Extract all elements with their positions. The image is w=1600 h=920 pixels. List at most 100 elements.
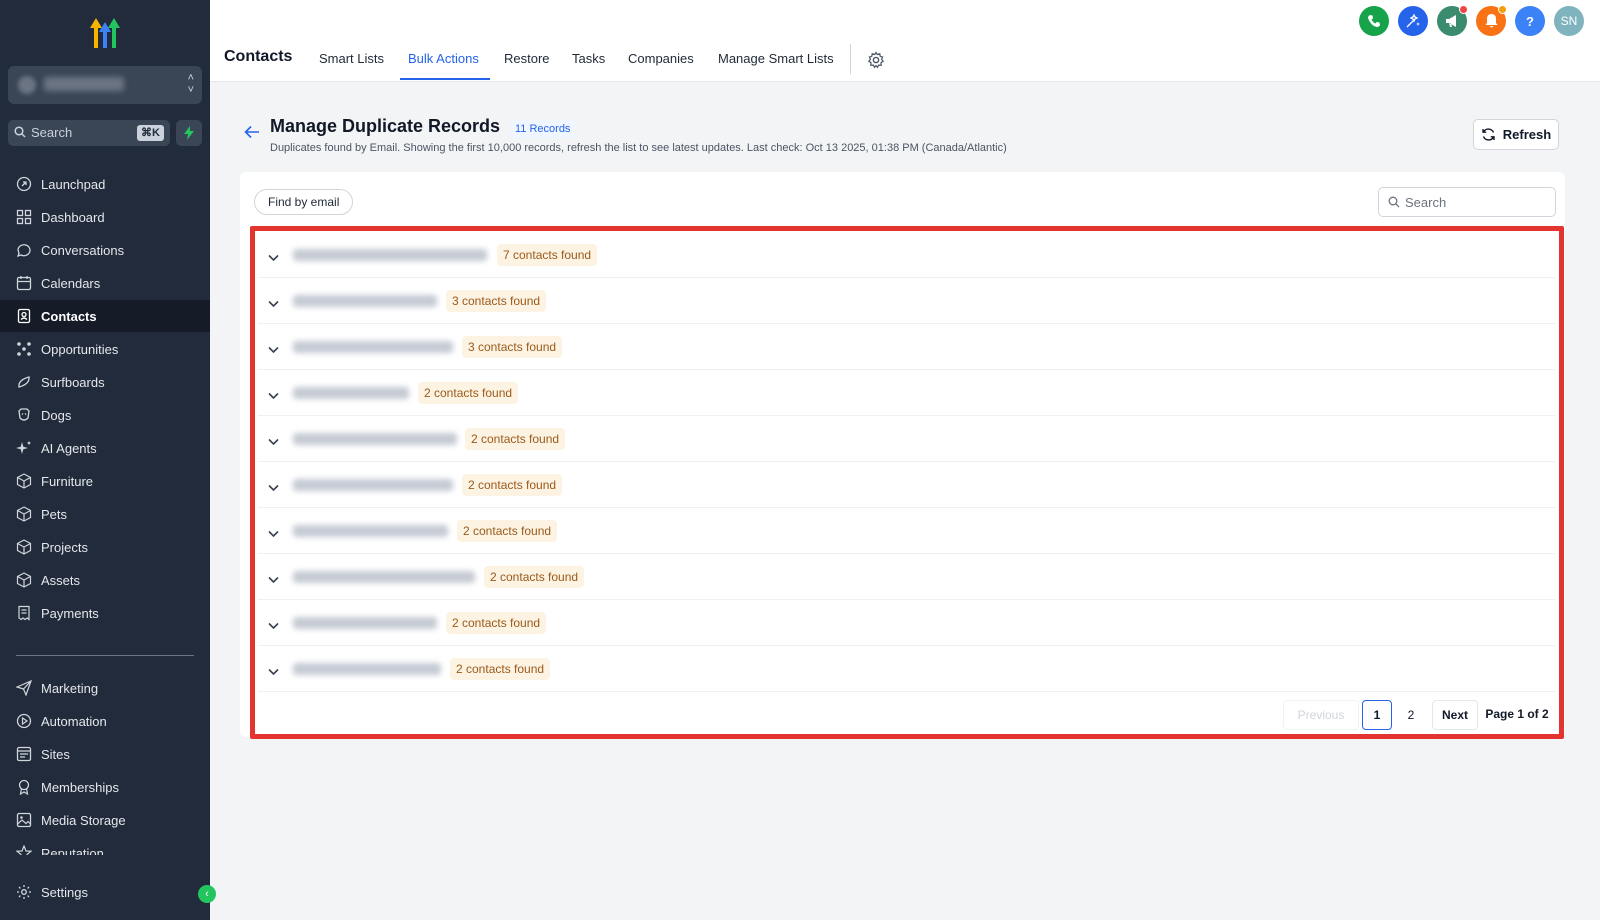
chevron-down-icon[interactable] <box>268 433 279 451</box>
chevron-down-icon[interactable] <box>268 295 279 313</box>
send-icon <box>16 680 32 696</box>
duplicate-group-row[interactable]: 2 contacts found <box>258 462 1555 508</box>
tab-manage-smart-lists[interactable]: Manage Smart Lists <box>718 51 834 66</box>
duplicate-group-row[interactable]: 2 contacts found <box>258 646 1555 692</box>
sparkle-icon <box>16 441 31 454</box>
sidebar: ˄ ˅ Search ⌘K Launchpad Dashboard Convers… <box>0 0 210 920</box>
phone-button[interactable] <box>1359 6 1389 36</box>
tab-bulk-actions[interactable]: Bulk Actions <box>408 51 479 66</box>
sidebar-item-label: Opportunities <box>41 341 119 357</box>
chevron-down-icon[interactable] <box>268 479 279 497</box>
pagination-info: Page 1 of 2 <box>1485 707 1549 721</box>
sidebar-item-calendars[interactable]: Calendars <box>0 267 210 299</box>
pagination-page-2[interactable]: 2 <box>1396 700 1426 730</box>
contacts-found-badge: 2 contacts found <box>418 382 519 404</box>
duplicate-group-row[interactable]: 2 contacts found <box>258 600 1555 646</box>
redacted-email <box>293 341 453 353</box>
app-logo[interactable] <box>84 14 124 50</box>
tab-divider <box>850 44 851 74</box>
settings-gear-icon[interactable] <box>867 51 885 74</box>
duplicate-group-row[interactable]: 2 contacts found <box>258 508 1555 554</box>
announcements-button[interactable] <box>1437 5 1468 36</box>
sidebar-item-opportunities[interactable]: Opportunities <box>0 333 210 365</box>
contacts-found-badge: 2 contacts found <box>457 520 558 542</box>
duplicate-group-row[interactable]: 2 contacts found <box>258 370 1555 416</box>
help-button[interactable]: ? <box>1515 6 1545 36</box>
sidebar-scroll-clip: Reputation <box>0 837 210 855</box>
box-icon <box>16 506 32 522</box>
duplicate-group-row[interactable]: 7 contacts found <box>258 232 1555 278</box>
quick-actions-button[interactable] <box>176 120 202 146</box>
sidebar-item-memberships[interactable]: Memberships <box>0 771 210 803</box>
pagination-page-1[interactable]: 1 <box>1362 700 1392 730</box>
chevron-down-icon[interactable] <box>268 341 279 359</box>
chevron-down-icon[interactable] <box>268 571 279 589</box>
duplicate-group-row[interactable]: 3 contacts found <box>258 324 1555 370</box>
tab-restore[interactable]: Restore <box>504 51 550 66</box>
box-icon <box>16 539 32 555</box>
chevron-left-icon: ‹ <box>205 888 209 900</box>
contacts-found-badge: 3 contacts found <box>446 290 547 312</box>
sidebar-item-marketing[interactable]: Marketing <box>0 672 210 704</box>
chevron-down-icon[interactable] <box>268 617 279 635</box>
search-input[interactable] <box>1405 192 1550 212</box>
redacted-email <box>293 617 437 629</box>
sidebar-item-payments[interactable]: Payments <box>0 597 210 629</box>
sidebar-item-dashboard[interactable]: Dashboard <box>0 201 210 233</box>
search-icon <box>1388 196 1400 208</box>
duplicate-group-row[interactable]: 3 contacts found <box>258 278 1555 324</box>
sidebar-item-surfboards[interactable]: Surfboards <box>0 366 210 398</box>
redacted-email <box>293 433 457 445</box>
pagination-next-button[interactable]: Next <box>1432 700 1478 730</box>
sidebar-item-conversations[interactable]: Conversations <box>0 234 210 266</box>
sidebar-item-label: Payments <box>41 605 99 621</box>
sidebar-item-automation[interactable]: Automation <box>0 705 210 737</box>
records-count-badge: 11 Records <box>510 120 576 138</box>
sidebar-item-pets[interactable]: Pets <box>0 498 210 530</box>
sidebar-item-sites[interactable]: Sites <box>0 738 210 770</box>
refresh-label: Refresh <box>1502 127 1552 142</box>
magic-button[interactable] <box>1398 6 1428 36</box>
find-by-email-filter[interactable]: Find by email <box>254 189 354 215</box>
tab-smart-lists[interactable]: Smart Lists <box>319 51 384 66</box>
records-search[interactable] <box>1378 187 1556 217</box>
box-icon <box>16 473 32 489</box>
duplicate-group-row[interactable]: 2 contacts found <box>258 416 1555 462</box>
tab-companies[interactable]: Companies <box>628 51 694 66</box>
sidebar-item-label: Memberships <box>41 779 120 795</box>
sidebar-search[interactable]: Search ⌘K <box>8 120 170 146</box>
chevron-down-icon[interactable] <box>268 387 279 405</box>
automation-icon <box>16 713 32 729</box>
sidebar-item-label: Surfboards <box>41 374 105 390</box>
chevron-down-icon[interactable] <box>268 525 279 543</box>
sidebar-item-reputation[interactable]: Reputation <box>0 837 210 855</box>
user-avatar[interactable]: SN <box>1554 6 1584 36</box>
tab-tasks[interactable]: Tasks <box>572 51 605 66</box>
sidebar-item-launchpad[interactable]: Launchpad <box>0 168 210 200</box>
chevron-down-icon[interactable] <box>268 663 279 681</box>
sidebar-item-media-storage[interactable]: Media Storage <box>0 804 210 836</box>
sidebar-item-ai-agents[interactable]: AI Agents <box>0 432 210 464</box>
duplicate-group-row[interactable]: 2 contacts found <box>258 554 1555 600</box>
account-switcher[interactable]: ˄ ˅ <box>8 66 202 104</box>
sidebar-item-projects[interactable]: Projects <box>0 531 210 563</box>
image-icon <box>16 812 32 828</box>
notifications-button[interactable] <box>1476 5 1507 36</box>
back-arrow-icon[interactable] <box>244 125 260 144</box>
redacted-email <box>293 663 441 675</box>
active-tab-indicator <box>400 78 490 80</box>
help-icon: ? <box>1526 13 1534 29</box>
sidebar-item-label: Pets <box>41 506 68 522</box>
sidebar-item-dogs[interactable]: Dogs <box>0 399 210 431</box>
chevron-down-icon[interactable] <box>268 249 279 267</box>
pagination-previous-button[interactable]: Previous <box>1283 700 1359 730</box>
sidebar-item-furniture[interactable]: Furniture <box>0 465 210 497</box>
sidebar-item-label: Settings <box>41 884 88 900</box>
sidebar-item-settings[interactable]: Settings <box>0 876 210 908</box>
refresh-button[interactable]: Refresh <box>1473 119 1559 150</box>
keyboard-shortcut-badge: ⌘K <box>137 125 164 141</box>
contacts-found-badge: 2 contacts found <box>465 428 566 450</box>
sidebar-item-contacts[interactable]: Contacts <box>0 300 210 332</box>
collapse-sidebar-button[interactable]: ‹ <box>198 885 216 903</box>
sidebar-item-assets[interactable]: Assets <box>0 564 210 596</box>
